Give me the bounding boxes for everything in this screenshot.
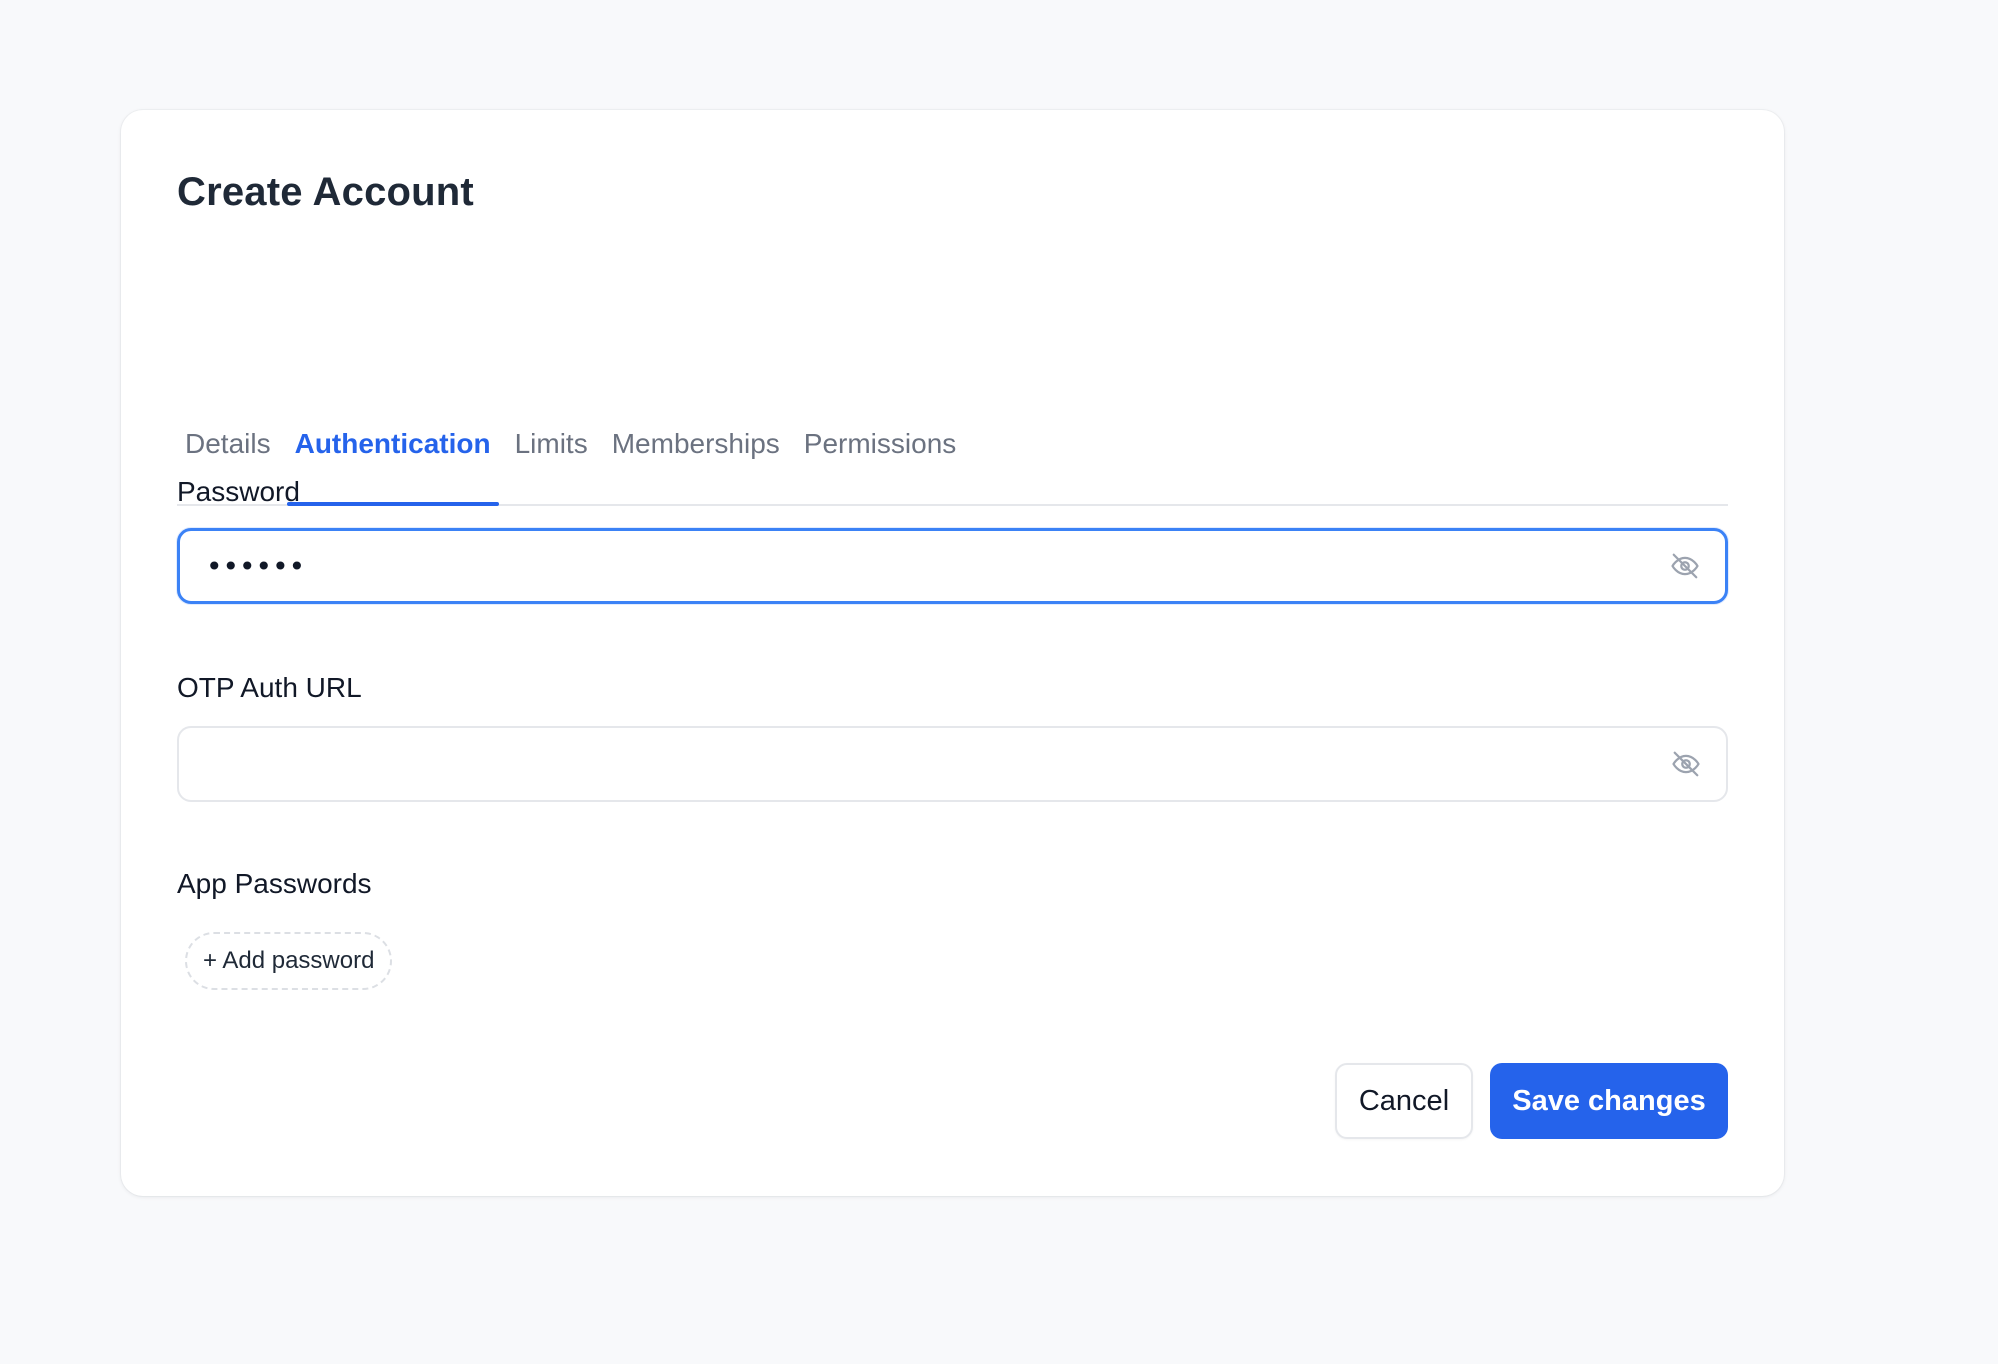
dialog-title: Create Account [177,170,474,214]
save-changes-button[interactable]: Save changes [1490,1063,1728,1139]
password-input[interactable] [180,531,1663,601]
cancel-button[interactable]: Cancel [1335,1063,1473,1139]
tab-memberships[interactable]: Memberships [604,404,788,504]
tab-authentication[interactable]: Authentication [286,404,499,506]
app-passwords-label: App Passwords [177,868,372,899]
password-field-wrapper [177,528,1728,604]
password-label: Password [177,476,300,507]
tab-limits[interactable]: Limits [507,404,596,504]
create-account-dialog: Create Account Details Authentication Li… [121,110,1784,1196]
eye-off-icon[interactable] [1664,742,1708,786]
otp-auth-url-input[interactable] [179,728,1664,800]
otp-field-wrapper [177,726,1728,802]
tab-bar: Details Authentication Limits Membership… [177,406,1728,506]
eye-off-icon[interactable] [1663,544,1707,588]
tab-permissions[interactable]: Permissions [796,404,964,504]
otp-auth-url-label: OTP Auth URL [177,672,362,703]
add-password-button[interactable]: + Add password [185,932,393,990]
